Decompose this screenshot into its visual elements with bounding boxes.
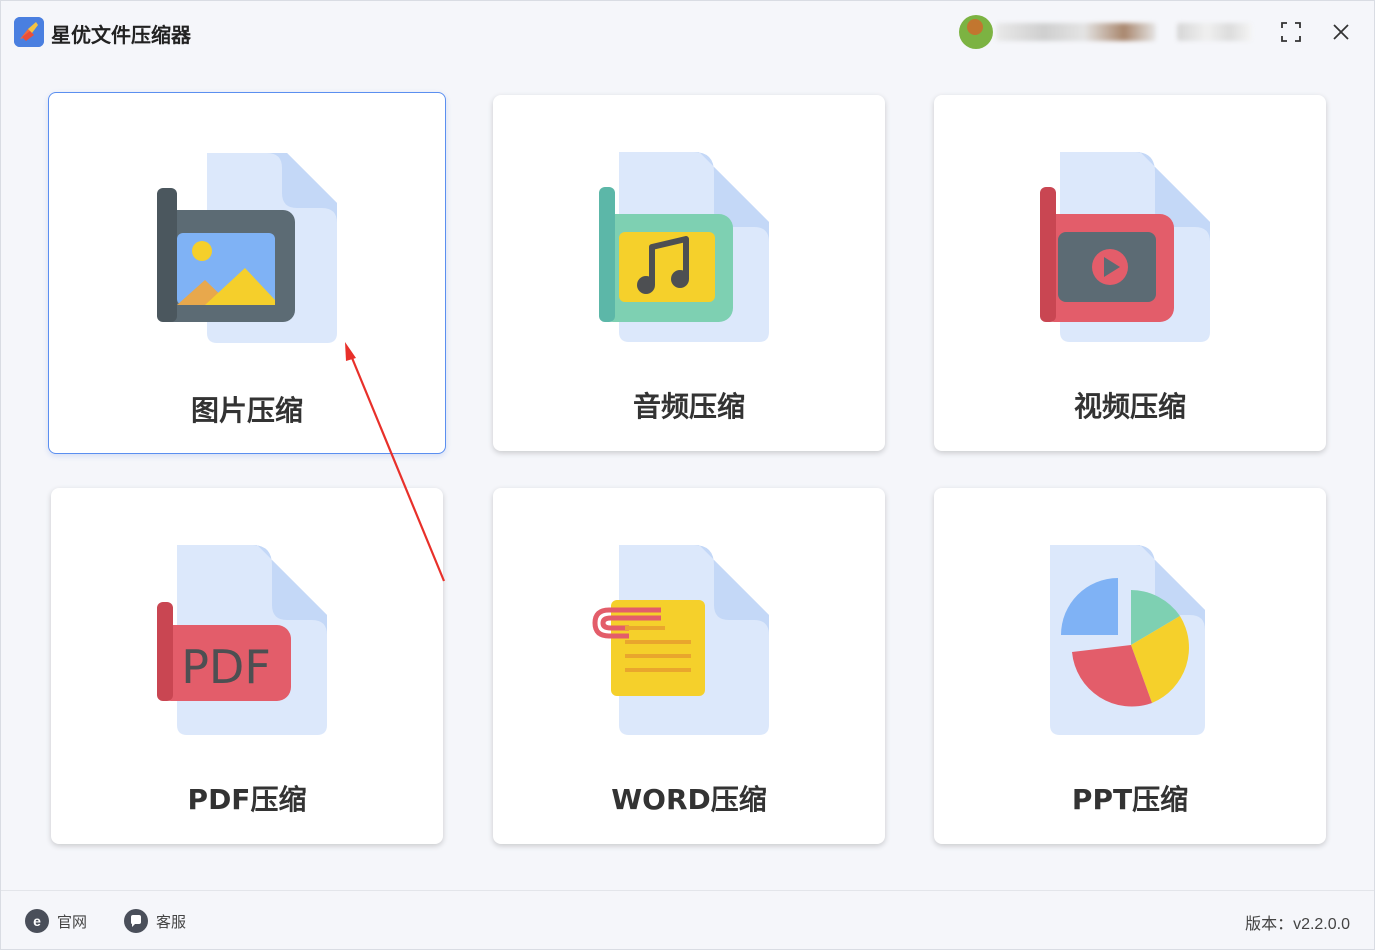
account-info-redacted[interactable] bbox=[1177, 23, 1252, 41]
browser-e-icon: e bbox=[25, 909, 49, 933]
card-label: 音频压缩 bbox=[632, 390, 745, 423]
image-compress-card[interactable]: 图片压缩 bbox=[48, 92, 446, 454]
footer-divider bbox=[1, 890, 1374, 891]
version-label: 版本：v2.2.0.0 bbox=[1245, 916, 1350, 933]
audio-file-icon bbox=[589, 147, 789, 347]
pdf-icon-text: PDF bbox=[181, 640, 271, 694]
title-bar: 星优文件压缩器 bbox=[1, 1, 1374, 61]
audio-compress-card[interactable]: 音频压缩 bbox=[493, 95, 885, 451]
pdf-file-icon: PDF bbox=[147, 540, 347, 740]
support-label: 客服 bbox=[156, 913, 187, 931]
app-title: 星优文件压缩器 bbox=[51, 23, 191, 47]
app-logo-icon bbox=[14, 17, 44, 47]
maximize-icon bbox=[1281, 22, 1301, 42]
card-label: PPT压缩 bbox=[1071, 783, 1189, 816]
close-icon bbox=[1333, 24, 1349, 40]
app-window: 星优文件压缩器 图片压缩 音频压缩 视频压缩 PDF PDF压缩 WORD压缩 … bbox=[0, 0, 1375, 950]
support-link[interactable]: 客服 bbox=[124, 908, 186, 934]
word-file-icon bbox=[589, 540, 789, 740]
ppt-compress-card[interactable]: PPT压缩 bbox=[934, 488, 1326, 844]
user-avatar[interactable] bbox=[959, 15, 993, 49]
card-label: 视频压缩 bbox=[1073, 390, 1186, 423]
card-label: PDF压缩 bbox=[187, 783, 307, 816]
card-label: WORD压缩 bbox=[611, 783, 767, 816]
word-compress-card[interactable]: WORD压缩 bbox=[493, 488, 885, 844]
website-link[interactable]: e 官网 bbox=[25, 908, 87, 934]
image-file-icon bbox=[147, 148, 347, 348]
ppt-file-icon bbox=[1030, 540, 1230, 740]
close-button[interactable] bbox=[1324, 15, 1358, 49]
card-label: 图片压缩 bbox=[190, 394, 303, 427]
pdf-compress-card[interactable]: PDF PDF压缩 bbox=[51, 488, 443, 844]
maximize-button[interactable] bbox=[1274, 15, 1308, 49]
video-file-icon bbox=[1030, 147, 1230, 347]
username-redacted[interactable] bbox=[996, 23, 1156, 41]
chat-bubble-icon bbox=[124, 909, 148, 933]
website-label: 官网 bbox=[57, 913, 88, 931]
video-compress-card[interactable]: 视频压缩 bbox=[934, 95, 1326, 451]
